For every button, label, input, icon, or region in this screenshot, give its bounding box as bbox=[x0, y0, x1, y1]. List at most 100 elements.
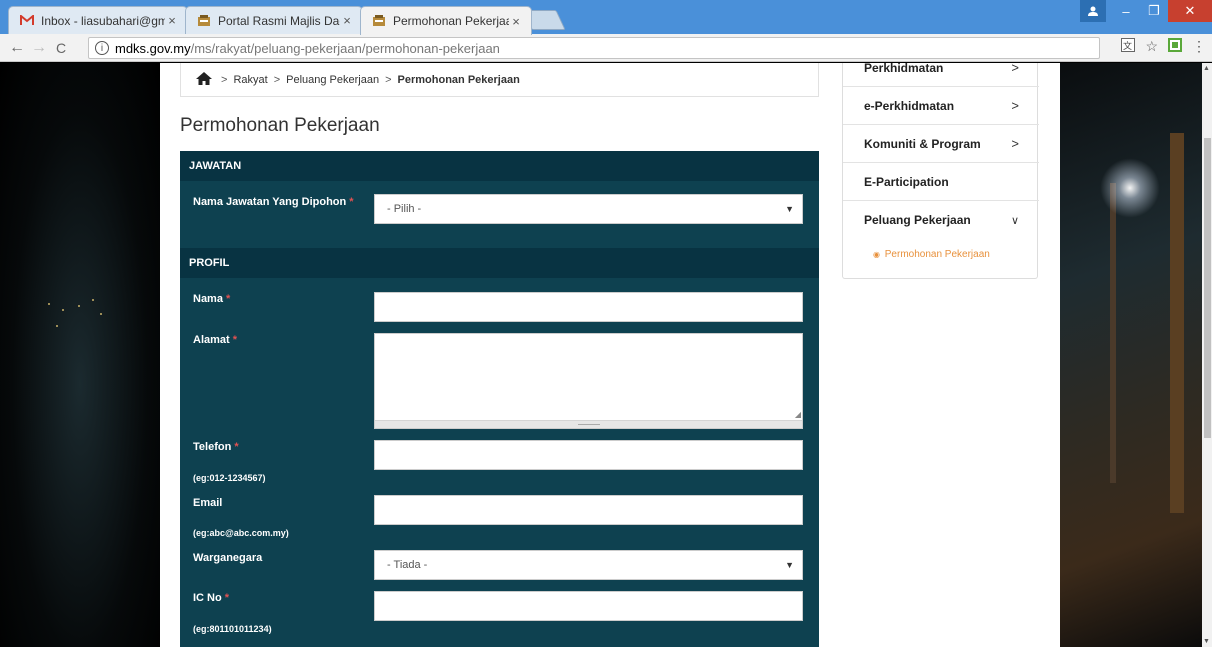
alamat-textarea[interactable]: ◢ bbox=[374, 333, 803, 429]
address-bar[interactable]: i mdks.gov.my/ms/rakyat/peluang-pekerjaa… bbox=[88, 37, 1100, 59]
svg-text:文: 文 bbox=[1123, 40, 1132, 52]
window-controls: – ❐ ✕ bbox=[1080, 0, 1212, 22]
bullet-icon: ◉ bbox=[873, 250, 880, 259]
email-input[interactable] bbox=[374, 495, 803, 525]
application-form: JAWATAN Nama Jawatan Yang Dipohon * - Pi… bbox=[180, 151, 819, 647]
page-viewport: > Rakyat > Peluang Pekerjaan > Permohona… bbox=[0, 63, 1202, 647]
tab-gmail[interactable]: Inbox - liasubahari@gm × bbox=[8, 6, 188, 34]
background-light bbox=[92, 299, 94, 301]
scrollbar-thumb[interactable] bbox=[1204, 138, 1211, 438]
telefon-hint: (eg:012-1234567) bbox=[193, 473, 266, 483]
scroll-up-icon[interactable]: ▲ bbox=[1203, 65, 1210, 72]
icno-hint: (eg:801101011234) bbox=[193, 624, 272, 634]
sidebar-item-e-participation[interactable]: E-Participation bbox=[843, 163, 1039, 201]
home-icon[interactable] bbox=[195, 71, 213, 89]
nama-label-text: Nama bbox=[193, 293, 223, 305]
breadcrumb-item-rakyat[interactable]: Rakyat bbox=[233, 74, 267, 86]
dropdown-arrow-icon: ▼ bbox=[785, 560, 794, 570]
sidebar-item-komuniti-program[interactable]: Komuniti & Program > bbox=[843, 125, 1039, 163]
sidebar-item-perkhidmatan[interactable]: Perkhidmatan > bbox=[843, 63, 1039, 87]
email-hint: (eg:abc@abc.com.my) bbox=[193, 528, 289, 538]
close-window-icon[interactable]: ✕ bbox=[1168, 0, 1212, 22]
jawatan-select-value: - Pilih - bbox=[387, 203, 422, 215]
page-scrollbar[interactable]: ▲ ▼ bbox=[1202, 63, 1212, 647]
sidebar-subitem-label: Permohonan Pekerjaan bbox=[884, 249, 990, 260]
portal-crest-icon bbox=[196, 14, 212, 28]
jawatan-label-text: Nama Jawatan Yang Dipohon bbox=[193, 196, 347, 208]
restore-icon[interactable]: ❐ bbox=[1140, 0, 1168, 22]
icno-label: IC No * bbox=[193, 592, 229, 604]
info-icon[interactable]: i bbox=[95, 41, 109, 55]
sidebar-subitem-permohonan-pekerjaan[interactable]: ◉ Permohonan Pekerjaan bbox=[873, 249, 990, 260]
user-icon[interactable] bbox=[1080, 0, 1106, 22]
background-light bbox=[48, 303, 50, 305]
telefon-input[interactable] bbox=[374, 440, 803, 470]
section-header-jawatan: JAWATAN bbox=[180, 151, 819, 181]
menu-icon[interactable]: ⋮ bbox=[1192, 38, 1206, 55]
sidebar-item-label: E-Participation bbox=[864, 174, 949, 189]
translate-icon[interactable]: 文 bbox=[1121, 38, 1136, 55]
jawatan-select[interactable]: - Pilih - ▼ bbox=[374, 194, 803, 224]
background-pillar bbox=[1110, 183, 1116, 483]
scroll-down-icon[interactable]: ▼ bbox=[1203, 638, 1210, 645]
background-pillar bbox=[1170, 133, 1184, 513]
breadcrumb-item-current: Permohonan Pekerjaan bbox=[397, 73, 520, 86]
browser-tabstrip: Inbox - liasubahari@gm × Portal Rasmi Ma… bbox=[0, 0, 1212, 35]
gmail-icon bbox=[19, 14, 35, 28]
icno-input[interactable] bbox=[374, 591, 803, 621]
page-title: Permohonan Pekerjaan bbox=[180, 115, 380, 136]
reload-icon[interactable]: C bbox=[50, 40, 72, 56]
warganegara-label: Warganegara bbox=[193, 552, 263, 564]
back-icon[interactable]: ← bbox=[6, 39, 28, 57]
jawatan-label: Nama Jawatan Yang Dipohon * bbox=[193, 196, 354, 208]
warganegara-select[interactable]: - Tiada - ▼ bbox=[374, 550, 803, 580]
bookmark-star-icon[interactable]: ☆ bbox=[1145, 38, 1158, 55]
required-mark: * bbox=[349, 196, 354, 208]
breadcrumb: > Rakyat > Peluang Pekerjaan > Permohona… bbox=[180, 63, 819, 97]
tab-title: Inbox - liasubahari@gm bbox=[41, 13, 165, 28]
tab-portal[interactable]: Portal Rasmi Majlis Daer × bbox=[185, 6, 363, 34]
textarea-grip[interactable] bbox=[375, 420, 802, 428]
breadcrumb-separator: > bbox=[221, 73, 228, 86]
sidebar-menu: Perkhidmatan > e-Perkhidmatan > Komuniti… bbox=[842, 63, 1039, 279]
chevron-right-icon: > bbox=[1011, 98, 1019, 113]
nama-label: Nama * bbox=[193, 293, 230, 305]
dropdown-arrow-icon: ▼ bbox=[785, 204, 794, 214]
sidebar-item-label: Komuniti & Program bbox=[864, 136, 981, 151]
tab-close-icon[interactable]: × bbox=[165, 13, 179, 28]
telefon-label-text: Telefon bbox=[193, 441, 232, 453]
minimize-icon[interactable]: – bbox=[1112, 0, 1140, 22]
chevron-down-icon: ∨ bbox=[1010, 214, 1019, 227]
section-header-profil: PROFIL bbox=[180, 248, 819, 278]
alamat-label: Alamat * bbox=[193, 334, 237, 346]
email-label: Email bbox=[193, 497, 223, 509]
sidebar-item-label: Peluang Pekerjaan bbox=[864, 213, 971, 227]
alamat-label-text: Alamat bbox=[193, 334, 230, 346]
forward-icon[interactable]: → bbox=[28, 39, 50, 57]
tab-close-icon[interactable]: × bbox=[340, 13, 354, 28]
url-path: /ms/rakyat/peluang-pekerjaan/permohonan-… bbox=[190, 40, 500, 56]
chevron-right-icon: > bbox=[1011, 136, 1019, 151]
breadcrumb-item-peluang-pekerjaan[interactable]: Peluang Pekerjaan bbox=[286, 74, 379, 86]
sidebar-item-label: e-Perkhidmatan bbox=[864, 98, 955, 113]
extension-icon[interactable] bbox=[1168, 38, 1182, 55]
tab-title: Portal Rasmi Majlis Daer bbox=[218, 13, 340, 28]
tab-close-icon[interactable]: × bbox=[509, 14, 523, 29]
sidebar-item-peluang-pekerjaan[interactable]: Peluang Pekerjaan ∨ bbox=[843, 201, 1039, 239]
icno-label-text: IC No bbox=[193, 592, 222, 604]
toolbar-icons: 文 ☆ ⋮ bbox=[1121, 38, 1206, 55]
chevron-right-icon: > bbox=[1011, 63, 1019, 75]
nama-input[interactable] bbox=[374, 292, 803, 322]
portal-crest-icon bbox=[371, 14, 387, 28]
url-host: mdks.gov.my bbox=[115, 40, 191, 56]
required-mark: * bbox=[232, 334, 238, 346]
sidebar-item-e-perkhidmatan[interactable]: e-Perkhidmatan > bbox=[843, 87, 1039, 125]
background-light bbox=[100, 313, 102, 315]
breadcrumb-separator: > bbox=[273, 73, 281, 86]
tab-permohonan[interactable]: Permohonan Pekerjaan | × bbox=[360, 6, 532, 35]
background-light bbox=[56, 325, 58, 327]
telefon-label: Telefon * bbox=[193, 441, 239, 453]
resize-handle-icon[interactable]: ◢ bbox=[795, 410, 801, 419]
warganegara-select-value: - Tiada - bbox=[387, 559, 428, 571]
background-lamp bbox=[1100, 158, 1160, 218]
